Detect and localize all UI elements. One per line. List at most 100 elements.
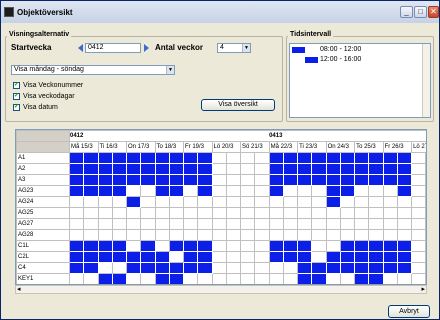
schedule-cell[interactable] [382, 152, 398, 164]
schedule-cell[interactable] [182, 273, 199, 284]
startvecka-input[interactable]: 0412 [85, 43, 141, 53]
schedule-cell[interactable] [268, 196, 284, 208]
schedule-cell[interactable] [225, 152, 242, 164]
schedule-cell[interactable] [368, 218, 384, 230]
schedule-cell[interactable] [140, 163, 156, 175]
schedule-cell[interactable] [225, 218, 242, 230]
schedule-cell[interactable] [254, 218, 270, 230]
schedule-cell[interactable] [225, 185, 242, 197]
schedule-cell[interactable] [197, 273, 213, 284]
schedule-cell[interactable] [268, 185, 284, 197]
schedule-cell[interactable] [182, 196, 199, 208]
schedule-cell[interactable] [83, 163, 99, 175]
schedule-cell[interactable] [411, 218, 426, 230]
schedule-cell[interactable] [325, 262, 341, 274]
schedule-cell[interactable] [354, 174, 370, 186]
schedule-cell[interactable] [268, 152, 284, 164]
schedule-cell[interactable] [411, 262, 426, 274]
schedule-cell[interactable] [168, 196, 185, 208]
schedule-cell[interactable] [368, 262, 384, 274]
schedule-cell[interactable] [368, 229, 384, 241]
schedule-cell[interactable] [339, 273, 356, 284]
schedule-cell[interactable] [211, 251, 227, 263]
schedule-cell[interactable] [111, 185, 128, 197]
schedule-cell[interactable] [368, 185, 384, 197]
schedule-cell[interactable] [97, 273, 113, 284]
schedule-cell[interactable] [197, 163, 213, 175]
interval-item[interactable]: 12:00 - 16:00 [305, 56, 361, 63]
schedule-cell[interactable] [282, 262, 299, 274]
schedule-cell[interactable] [182, 163, 199, 175]
schedule-cell[interactable] [282, 240, 299, 252]
schedule-cell[interactable] [197, 229, 213, 241]
schedule-cell[interactable] [339, 229, 356, 241]
schedule-cell[interactable] [282, 163, 299, 175]
schedule-cell[interactable] [211, 262, 227, 274]
schedule-cell[interactable] [311, 251, 327, 263]
schedule-cell[interactable] [140, 196, 156, 208]
schedule-cell[interactable] [97, 152, 113, 164]
schedule-cell[interactable] [297, 251, 313, 263]
schedule-cell[interactable] [311, 262, 327, 274]
schedule-cell[interactable] [125, 163, 142, 175]
schedule-cell[interactable] [125, 273, 142, 284]
next-week-arrow-icon[interactable] [144, 44, 149, 52]
schedule-cell[interactable] [325, 152, 341, 164]
antal-veckor-select[interactable]: 4 ▼ [217, 43, 251, 53]
schedule-cell[interactable] [125, 240, 142, 252]
schedule-cell[interactable] [382, 163, 398, 175]
schedule-cell[interactable] [211, 163, 227, 175]
schedule-cell[interactable] [197, 174, 213, 186]
schedule-cell[interactable] [197, 240, 213, 252]
schedule-cell[interactable] [68, 185, 85, 197]
schedule-cell[interactable] [325, 240, 341, 252]
schedule-cell[interactable] [154, 185, 170, 197]
schedule-cell[interactable] [197, 251, 213, 263]
schedule-cell[interactable] [239, 229, 256, 241]
schedule-cell[interactable] [111, 262, 128, 274]
schedule-cell[interactable] [154, 152, 170, 164]
schedule-cell[interactable] [339, 152, 356, 164]
schedule-cell[interactable] [254, 273, 270, 284]
schedule-cell[interactable] [311, 218, 327, 230]
schedule-cell[interactable] [382, 273, 398, 284]
schedule-cell[interactable] [83, 196, 99, 208]
schedule-cell[interactable] [239, 251, 256, 263]
schedule-cell[interactable] [182, 251, 199, 263]
schedule-cell[interactable] [339, 196, 356, 208]
schedule-cell[interactable] [354, 218, 370, 230]
schedule-cell[interactable] [83, 262, 99, 274]
schedule-cell[interactable] [411, 273, 426, 284]
schedule-cell[interactable] [68, 163, 85, 175]
schedule-cell[interactable] [396, 240, 413, 252]
schedule-cell[interactable] [382, 229, 398, 241]
schedule-cell[interactable] [125, 196, 142, 208]
schedule-cell[interactable] [211, 185, 227, 197]
schedule-cell[interactable] [325, 273, 341, 284]
schedule-cell[interactable] [154, 262, 170, 274]
schedule-cell[interactable] [382, 240, 398, 252]
schedule-cell[interactable] [211, 218, 227, 230]
schedule-cell[interactable] [168, 251, 185, 263]
schedule-cell[interactable] [339, 240, 356, 252]
schedule-cell[interactable] [239, 262, 256, 274]
schedule-cell[interactable] [154, 218, 170, 230]
maximize-button[interactable]: □ [414, 6, 427, 18]
schedule-cell[interactable] [425, 185, 426, 197]
schedule-cell[interactable] [182, 218, 199, 230]
schedule-cell[interactable] [254, 185, 270, 197]
schedule-cell[interactable] [254, 262, 270, 274]
schedule-cell[interactable] [111, 174, 128, 186]
schedule-cell[interactable] [239, 240, 256, 252]
schedule-cell[interactable] [382, 185, 398, 197]
schedule-cell[interactable] [411, 185, 426, 197]
schedule-cell[interactable] [140, 207, 156, 219]
schedule-cell[interactable] [297, 174, 313, 186]
interval-list[interactable]: 08:00 - 12:00 12:00 - 16:00 [289, 43, 431, 118]
schedule-cell[interactable] [368, 273, 384, 284]
schedule-cell[interactable] [111, 218, 128, 230]
schedule-cell[interactable] [111, 251, 128, 263]
schedule-cell[interactable] [425, 262, 426, 274]
schedule-cell[interactable] [97, 207, 113, 219]
schedule-cell[interactable] [239, 174, 256, 186]
